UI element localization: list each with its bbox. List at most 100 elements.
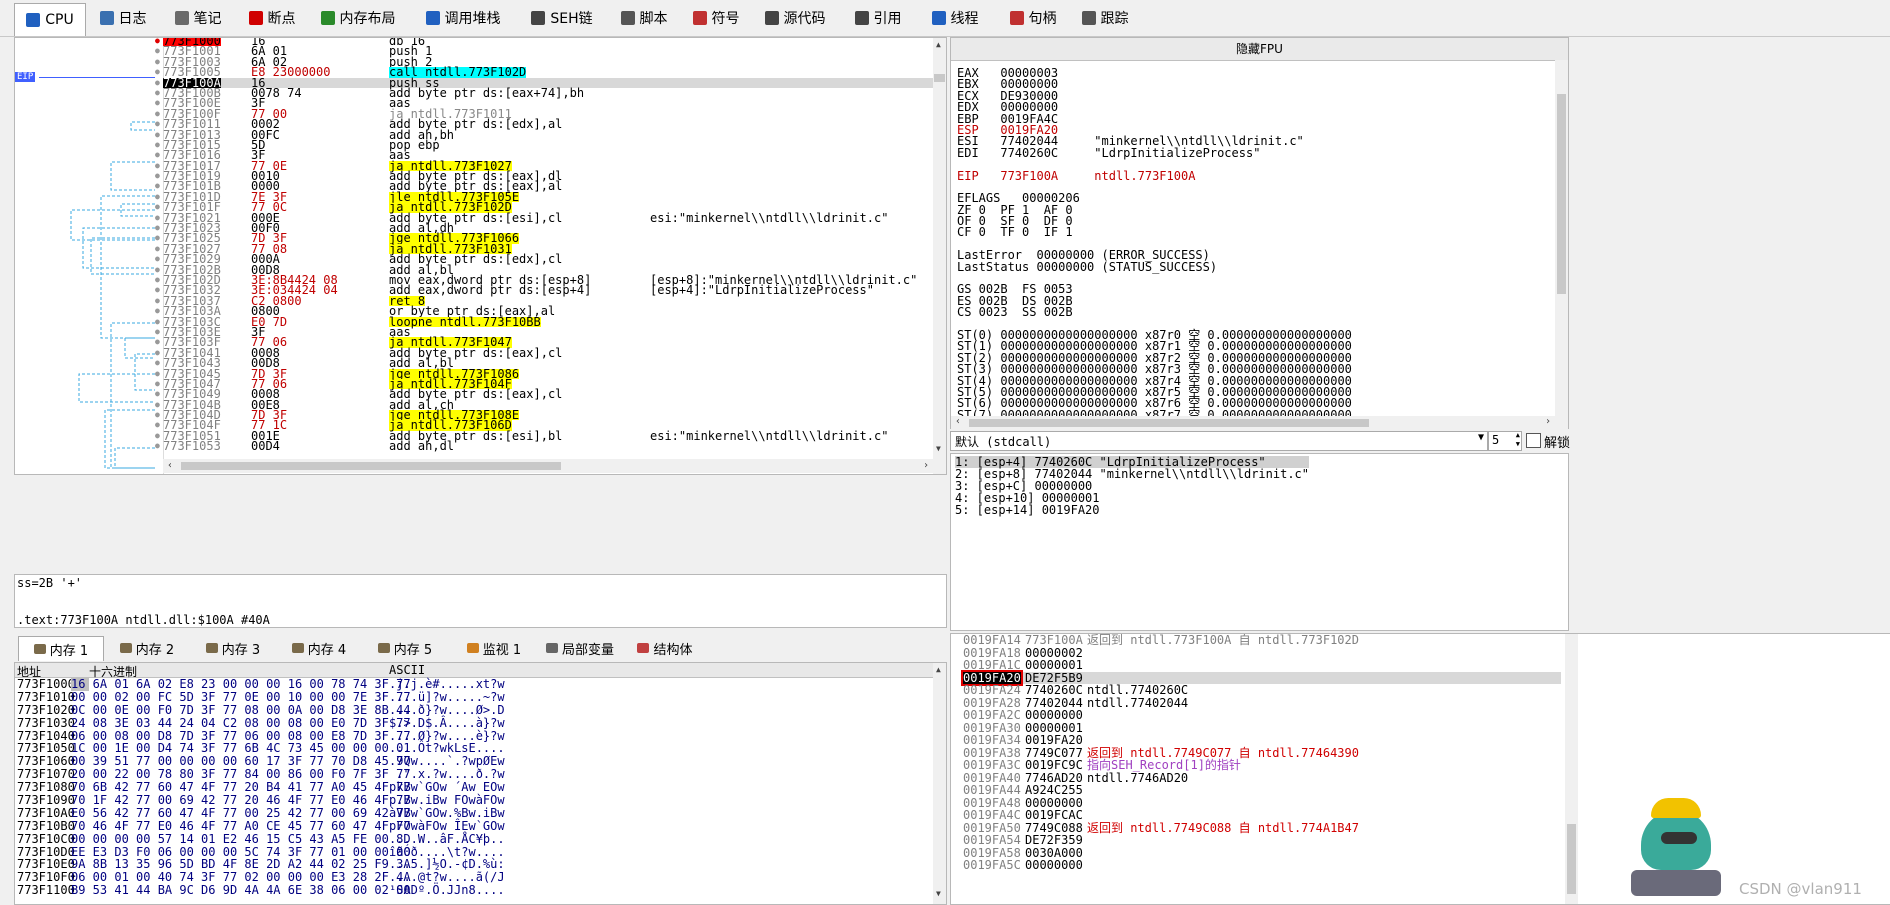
memtab-2[interactable]: 内存 2 — [106, 636, 188, 660]
tab-source[interactable]: 源代码 — [755, 4, 835, 32]
disasm-row[interactable]: ● 773F100B 0078 74 add byte ptr ds:[eax+74]… — [155, 87, 933, 99]
breakpoint-dot-icon[interactable]: ● — [155, 441, 160, 451]
tab-threads[interactable]: 线程 — [920, 4, 990, 32]
tab-trace[interactable]: 跟踪 — [1075, 4, 1135, 32]
dump-hex[interactable]: 00 00 02 00 FC 5D 3F 77 0E 00 10 00 00 7… — [71, 690, 411, 704]
dump-ascii[interactable]: ¹SADº.Ö.JJn8.... — [389, 884, 505, 897]
disasm-row[interactable]: ● 773F103C E0 7D loopne ntdll.773F10BB — [155, 315, 933, 328]
memtab-1[interactable]: 内存 1 — [18, 636, 104, 661]
dump-ascii[interactable]: pFOwàFOw ÎEw`GOw — [389, 819, 505, 833]
dump-hex[interactable]: 16 6A 01 6A 02 E8 23 00 00 00 16 00 78 7… — [71, 678, 411, 691]
breakpoint-dot-icon[interactable]: ● — [155, 223, 160, 233]
memtab-4[interactable]: 内存 4 — [278, 636, 360, 660]
scroll-up-icon[interactable]: ▲ — [936, 40, 941, 49]
dump-ascii[interactable]: àVBw`GOw.%Bw.iBw — [389, 807, 505, 820]
dump-ascii[interactable]: .j.j.è#.....xt?w — [389, 678, 505, 691]
register-line[interactable]: EIP 773F100A ntdll.773F100A — [957, 169, 1352, 182]
tab-log[interactable]: 日志 — [92, 4, 154, 32]
breakpoint-dot-icon[interactable]: ● — [155, 306, 160, 316]
scroll-thumb[interactable] — [1557, 94, 1566, 294]
breakpoint-dot-icon[interactable]: ● — [155, 150, 160, 160]
call-convention-select[interactable]: 默认 (stdcall) ▼ — [950, 431, 1488, 451]
dump-vscrollbar[interactable]: ▲ ▼ — [933, 663, 946, 904]
dump-hex[interactable]: E0 56 42 77 60 47 4F 77 00 25 42 77 00 6… — [71, 807, 411, 820]
dump-row[interactable]: 773F1100 B9 53 41 44 BA 9C D6 9D 4A 4A 6E… — [15, 884, 915, 897]
breakpoint-dot-icon[interactable]: ● — [155, 202, 160, 212]
dump-row[interactable]: 773F10B0 70 46 4F 77 E0 46 4F 77 A0 CE 45… — [15, 819, 915, 833]
breakpoint-dot-icon[interactable]: ● — [155, 88, 160, 98]
breakpoint-dot-icon[interactable]: ● — [155, 233, 160, 243]
disasm-vertical-scrollbar[interactable]: ▲ ▼ — [933, 38, 946, 474]
breakpoint-dot-icon[interactable]: ● — [155, 244, 160, 254]
disasm-row[interactable]: ● 773F1013 00FC add ah,bh — [155, 128, 933, 140]
disassembly-panel[interactable]: EIP ● 773F1000 16 db 16 ● 773F1001 6A 01 push 1… — [14, 37, 947, 475]
tab-handles[interactable]: 句柄 — [998, 4, 1068, 32]
breakpoint-dot-icon[interactable]: ● — [155, 78, 160, 88]
stack-row[interactable]: 0019FA34 0019FA20 — [961, 734, 1561, 747]
stack-row[interactable]: 0019FA5C 00000000 — [961, 859, 1561, 872]
scroll-thumb[interactable] — [934, 74, 945, 82]
breakpoint-dot-icon[interactable]: ● — [155, 109, 160, 119]
breakpoint-dot-icon[interactable]: ● — [155, 337, 160, 347]
register-list[interactable]: EAX 00000003 EBX 00000000 ECX DE930000 EDX … — [957, 67, 1352, 421]
spinner-arrows-icon[interactable]: ▲ ▼ — [1516, 431, 1520, 449]
breakpoint-dot-icon[interactable]: ● — [155, 369, 160, 379]
disasm-horizontal-scrollbar[interactable]: ‹ › — [163, 459, 933, 473]
stack-row[interactable]: 0019FA1C 00000001 — [961, 659, 1561, 672]
breakpoint-dot-icon[interactable]: ● — [155, 254, 160, 264]
breakpoint-dot-icon[interactable]: ● — [155, 431, 160, 441]
breakpoint-dot-icon[interactable]: ● — [155, 358, 160, 368]
memtab-8[interactable]: 结构体 — [624, 636, 706, 660]
disassembly-listing[interactable]: ● 773F1000 16 db 16 ● 773F1001 6A 01 push 1 ● 773… — [155, 38, 933, 452]
breakpoint-dot-icon[interactable]: ● — [155, 400, 160, 410]
memtab-5[interactable]: 内存 5 — [364, 636, 446, 660]
breakpoint-dot-icon[interactable]: ● — [155, 265, 160, 275]
stack-panel[interactable]: 0019FA14 773F100A 返回到 ntdll.773F100A 自 ntd… — [950, 633, 1890, 905]
scroll-down-icon[interactable]: ▼ — [936, 889, 941, 898]
tab-notes[interactable]: 笔记 — [162, 4, 234, 32]
call-args-panel[interactable]: 1: [esp+4] 7740260C "LdrpInitializeProce… — [950, 453, 1569, 631]
stack-row[interactable]: 0019FA3C 0019FC9C 指向SEH_Record[1]的指针 — [961, 759, 1561, 772]
unlock-checkbox[interactable] — [1526, 433, 1541, 448]
registers-vscrollbar[interactable] — [1555, 60, 1568, 430]
scroll-down-icon[interactable]: ▼ — [936, 444, 941, 453]
stack-row[interactable]: 0019FA44 A924C255 — [961, 784, 1561, 797]
scroll-right-icon[interactable]: › — [923, 460, 929, 471]
stack-row[interactable]: 0019FA14 773F100A 返回到 ntdll.773F100A 自 ntd… — [961, 634, 1561, 647]
dump-hex[interactable]: 24 08 3E 03 44 24 04 C2 08 00 08 00 E0 7… — [71, 716, 411, 730]
breakpoint-dot-icon[interactable]: ● — [155, 46, 160, 56]
breakpoint-dot-icon[interactable]: ● — [155, 317, 160, 327]
register-line[interactable]: CF 0 TF 0 IF 1 — [957, 226, 1352, 238]
disasm-row[interactable]: ● 773F1015 5D pop ebp — [155, 139, 933, 151]
breakpoint-dot-icon[interactable]: ● — [155, 98, 160, 108]
dump-hex[interactable]: B9 53 41 44 BA 9C D6 9D 4A 4A 6E 38 06 0… — [71, 884, 411, 897]
scroll-thumb[interactable] — [1567, 824, 1576, 894]
dump-row[interactable]: 773F1020 0C 00 0E 00 F0 7D 3F 77 08 00 0A… — [15, 703, 915, 717]
scroll-left-icon[interactable]: ‹ — [167, 460, 173, 471]
stack-row[interactable]: 0019FA4C 0019FCAC — [961, 809, 1561, 822]
breakpoint-dot-icon[interactable]: ● — [155, 410, 160, 420]
tab-seh[interactable]: SEH链 — [520, 4, 604, 32]
breakpoint-dot-icon[interactable]: ● — [155, 296, 160, 306]
stack-row[interactable]: 0019FA24 7740260C ntdll.7740260C — [961, 684, 1561, 697]
breakpoint-dot-icon[interactable]: ● — [155, 213, 160, 223]
breakpoint-dot-icon[interactable]: ● — [155, 285, 160, 295]
register-line[interactable]: LastStatus 00000000 (STATUS_SUCCESS) — [957, 260, 1352, 273]
dump-row[interactable]: 773F1030 24 08 3E 03 44 24 04 C2 08 00 08… — [15, 716, 915, 730]
register-line[interactable]: CS 0023 SS 002B — [957, 306, 1352, 318]
breakpoint-dot-icon[interactable]: ● — [155, 327, 160, 337]
dump-row[interactable]: 773F1090 70 1F 42 77 00 69 42 77 20 46 4F… — [15, 794, 915, 807]
stack-rows[interactable]: 0019FA14 773F100A 返回到 ntdll.773F100A 自 ntd… — [961, 634, 1561, 872]
breakpoint-dot-icon[interactable]: ● — [155, 275, 160, 285]
memory-dump-panel[interactable]: 地址 十六进制 ASCII 773F1000 16 6A 01 6A 02 E8 … — [14, 662, 947, 905]
scroll-right-icon[interactable]: › — [1545, 416, 1551, 427]
disasm-row[interactable]: ● 773F1005 E8 23000000 call ntdll.773F102D — [155, 66, 933, 78]
register-line[interactable]: EDI 7740260C "LdrpInitializeProcess" — [957, 147, 1352, 159]
breakpoint-dot-icon[interactable]: ● — [155, 192, 160, 202]
h-scroll-thumb[interactable] — [969, 419, 1369, 427]
dump-ascii[interactable]: ....W..âF.ÅC¥þ.. — [389, 832, 505, 846]
chevron-down-icon[interactable]: ▼ — [1478, 432, 1484, 443]
breakpoint-dot-icon[interactable]: ● — [155, 119, 160, 129]
breakpoint-dot-icon[interactable]: ● — [155, 38, 160, 46]
breakpoint-dot-icon[interactable]: ● — [155, 171, 160, 181]
